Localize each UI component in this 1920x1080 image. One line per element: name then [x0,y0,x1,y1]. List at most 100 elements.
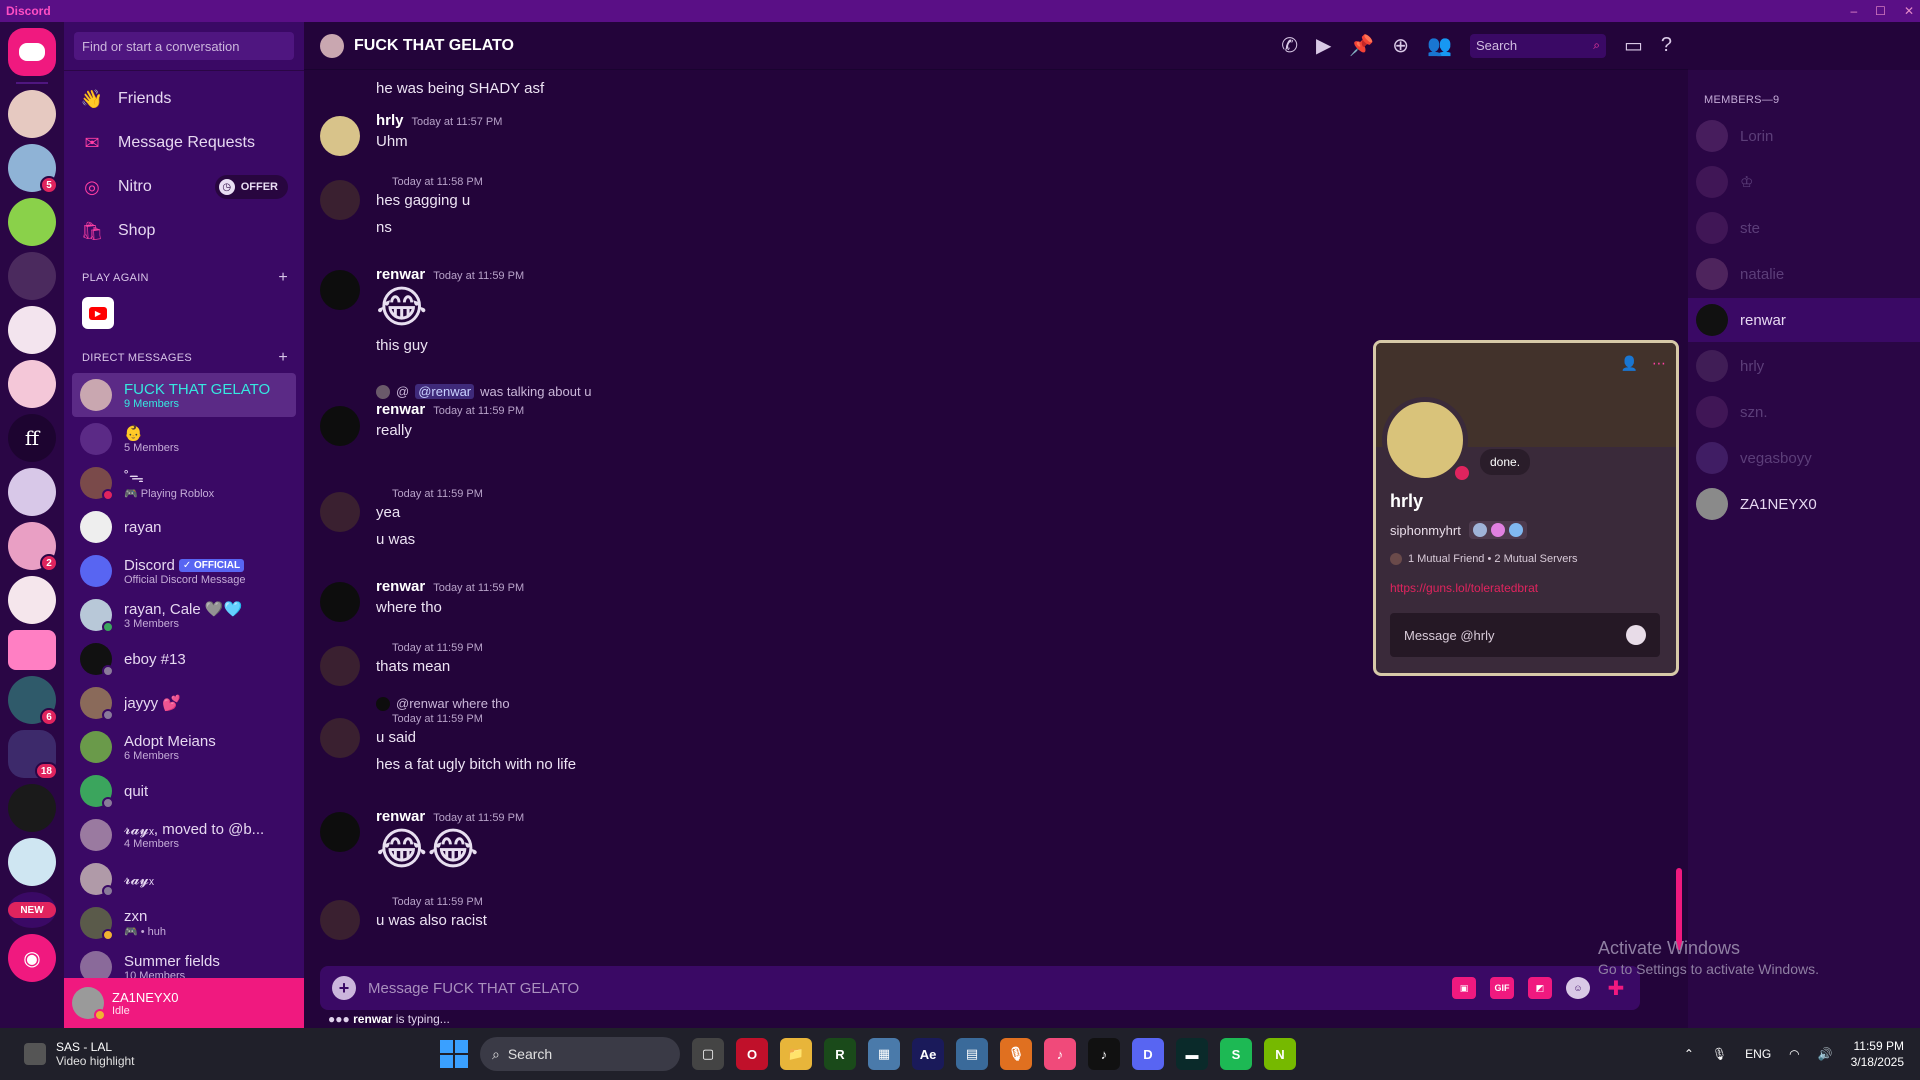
create-dm-icon[interactable]: + [278,349,288,367]
avatar[interactable] [320,582,360,622]
start-button[interactable] [440,1040,468,1068]
server-icon[interactable] [8,784,56,832]
server-icon[interactable] [8,360,56,408]
taskbar-app-icon[interactable]: Ae [912,1038,944,1070]
taskbar-app-icon[interactable]: 📁 [780,1038,812,1070]
author-name[interactable]: hrly [376,112,404,129]
composer-input[interactable]: Message FUCK THAT GELATO [368,980,579,997]
minimize-button[interactable]: – [1850,4,1857,18]
avatar[interactable] [320,900,360,940]
youtube-app-button[interactable]: ▶ [82,297,114,329]
search-input[interactable]: Search ⌕ [1469,33,1606,58]
dm-item[interactable]: eboy #13 [72,637,296,681]
mention[interactable]: @renwar [415,384,475,399]
server-icon[interactable]: 5 [8,144,58,194]
inbox-icon[interactable]: ▭ [1624,33,1643,58]
taskbar-app-icon[interactable]: D [1132,1038,1164,1070]
server-icon[interactable] [8,252,56,300]
nav-shop[interactable]: 🛍 Shop [64,209,304,253]
server-icon-ff[interactable]: ff [8,414,56,462]
dm-item[interactable]: jayyy 💕 [72,681,296,725]
author-name[interactable]: renwar [376,266,425,283]
dm-item[interactable]: zxn 🎮 • huh [72,901,296,945]
nav-friends[interactable]: 👋 Friends [64,77,304,121]
taskbar-app-icon[interactable]: ▤ [956,1038,988,1070]
voice-call-icon[interactable]: ✆ [1281,33,1298,58]
dm-item[interactable]: 👶 5 Members [72,417,296,461]
popout-message-input[interactable]: Message @hrly [1390,613,1660,657]
dm-item[interactable]: ˚ᯓ 🎮 Playing Roblox [72,461,296,505]
reply-reference[interactable]: @renwar where tho [376,696,576,711]
message-composer[interactable]: + Message FUCK THAT GELATO ▣ GIF ◩ ☺ ✚ [320,966,1640,1010]
taskbar-app-icon[interactable]: R [824,1038,856,1070]
chevron-up-icon[interactable]: ⌃ [1684,1047,1694,1061]
profile-link[interactable]: https://guns.lol/toleratedbrat [1390,581,1538,595]
add-friend-icon[interactable]: 👤 [1621,355,1638,372]
taskbar-app-icon[interactable]: O [736,1038,768,1070]
server-icon[interactable] [8,576,56,624]
microphone-icon[interactable]: 🎙 [1712,1047,1727,1061]
avatar[interactable] [320,718,360,758]
wifi-icon[interactable]: ◠ [1789,1047,1799,1061]
add-friends-icon[interactable]: ⊕ [1392,33,1409,58]
dm-search-input[interactable]: Find or start a conversation [74,32,294,60]
taskbar-app-icon[interactable]: ♪ [1044,1038,1076,1070]
more-options-icon[interactable]: ⋯ [1652,355,1666,372]
server-icon[interactable] [8,630,56,670]
gif-button[interactable]: GIF [1490,977,1514,999]
mutuals[interactable]: 1 Mutual Friend • 2 Mutual Servers [1390,553,1578,565]
dm-item[interactable]: Adopt Meians 6 Members [72,725,296,769]
member-item[interactable]: vegasboyy [1688,436,1920,480]
member-item[interactable]: ste [1688,206,1920,250]
video-call-icon[interactable]: ▶ [1316,33,1331,58]
dm-item[interactable]: rayan, Cale 🩶🩵 3 Members [72,593,296,637]
avatar[interactable] [320,116,360,156]
dm-item[interactable]: 𝓻𝓪𝔂ₓ, moved to @b... 4 Members [72,813,296,857]
avatar[interactable] [320,492,360,532]
badge-icon[interactable] [1472,523,1487,537]
avatar[interactable] [320,646,360,686]
member-item[interactable]: hrly [1688,344,1920,388]
member-item[interactable]: Lorin [1688,114,1920,158]
user-panel[interactable]: ZA1NEYX0 Idle [64,978,304,1028]
server-icon[interactable] [8,198,56,246]
author-name[interactable]: renwar [376,808,425,825]
widget-area[interactable]: SAS - LAL Video highlight [0,1040,440,1068]
taskbar-app-icon[interactable]: 🎙 [1000,1038,1032,1070]
server-icon[interactable]: 2 [8,522,58,572]
taskbar-app-icon[interactable]: ♪ [1088,1038,1120,1070]
member-item[interactable]: renwar [1688,298,1920,342]
dm-item[interactable]: Discord ✓ OFFICIAL Official Discord Messag… [72,549,296,593]
avatar[interactable] [320,270,360,310]
taskbar-app-icon[interactable]: ▢ [692,1038,724,1070]
dm-item[interactable]: quit [72,769,296,813]
member-item[interactable]: natalie [1688,252,1920,296]
nav-message-requests[interactable]: ✉ Message Requests [64,121,304,165]
avatar[interactable] [320,406,360,446]
close-button[interactable]: ✕ [1904,4,1914,18]
reply-reference[interactable]: @ @renwar was talking about u [376,384,591,399]
sticker-icon[interactable]: ◩ [1528,977,1552,999]
gift-icon[interactable]: ▣ [1452,977,1476,999]
member-list-icon[interactable]: 👥 [1427,33,1452,58]
server-icon[interactable] [8,468,56,516]
taskbar-app-icon[interactable]: ▬ [1176,1038,1208,1070]
maximize-button[interactable]: ☐ [1875,4,1886,18]
dm-item[interactable]: 𝓻𝓪𝔂ₓ [72,857,296,901]
taskbar-app-icon[interactable]: ▦ [868,1038,900,1070]
taskbar-search[interactable]: ⌕ Search [480,1037,680,1071]
badge-icon[interactable] [1490,523,1505,537]
member-item[interactable]: ZA1NEYX0 [1688,482,1920,526]
server-icon[interactable] [8,306,56,354]
member-item[interactable]: szn. [1688,390,1920,434]
home-button[interactable] [8,28,56,76]
language-indicator[interactable]: ENG [1745,1047,1771,1061]
server-icon[interactable] [8,838,56,886]
emoji-icon[interactable] [1626,625,1646,645]
server-icon[interactable]: 6 [8,676,58,726]
author-name[interactable]: renwar [376,578,425,595]
badge-icon[interactable] [1508,523,1523,537]
attach-button[interactable]: + [332,976,356,1000]
nav-nitro[interactable]: ◎ Nitro ◷ OFFER [64,165,304,209]
help-icon[interactable]: ? [1661,34,1672,57]
